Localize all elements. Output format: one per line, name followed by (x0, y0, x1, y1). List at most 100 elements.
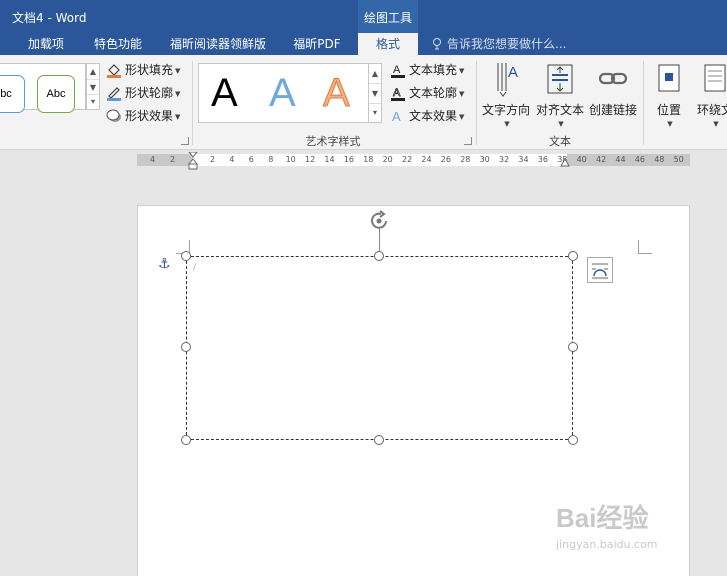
text-outline-icon: A (391, 87, 405, 101)
margin-corner-mark (638, 240, 652, 254)
scroll-down-icon[interactable]: ▼ (87, 80, 99, 95)
text-effects-icon: A (392, 109, 401, 124)
tab-add-ins[interactable]: 加载项 (16, 33, 76, 55)
create-link-button[interactable]: 创建链接 (588, 61, 638, 118)
resize-handle-bottom-left[interactable] (181, 435, 191, 445)
resize-handle-bottom-right[interactable] (568, 435, 578, 445)
ruler-number: 2 (210, 155, 216, 164)
resize-handle-top-left[interactable] (181, 251, 191, 261)
ruler-number: 50 (673, 155, 684, 164)
ruler-number: 36 (537, 155, 548, 164)
ruler-number: 24 (421, 155, 432, 164)
tell-me-box[interactable]: 告诉我您想要做什么... (432, 33, 566, 55)
shape-effects-button[interactable]: 形状效果 ▼ (106, 106, 180, 126)
text-outline-button[interactable]: A 文本轮廓 ▼ (390, 83, 464, 103)
wordart-style-1[interactable]: A (211, 68, 238, 118)
text-box-shape[interactable] (186, 256, 573, 440)
resize-handle-top-right[interactable] (568, 251, 578, 261)
ruler-number: 28 (460, 155, 471, 164)
group-separator (643, 61, 644, 145)
shape-styles-scroll[interactable]: ▲ ▼ ▾ (86, 63, 100, 110)
shape-styles-launcher-icon[interactable] (181, 137, 189, 145)
wordart-group-label: 艺术字样式 (305, 135, 361, 148)
shape-style-swatch-2[interactable]: Abc (37, 75, 75, 113)
text-direction-button[interactable]: A 文字方向 ▼ (480, 61, 532, 128)
ruler-number: 2 (170, 155, 176, 164)
title-bar: 文档4 - Word 绘图工具 (0, 0, 727, 33)
align-text-icon (547, 64, 573, 94)
shape-fill-label: 形状填充 (125, 63, 174, 77)
wrap-text-button[interactable]: 环绕文 ▼ (690, 61, 727, 128)
ruler-number: 8 (268, 155, 274, 164)
shape-outline-button[interactable]: 形状轮廓 ▼ (106, 83, 180, 103)
wordart-scroll[interactable]: ▲ ▼ ▾ (368, 63, 382, 123)
baidu-watermark: Bai经验 jingyan.baidu.com (556, 498, 658, 551)
ruler-number: 44 (615, 155, 626, 164)
wordart-gallery: A A A (198, 63, 382, 123)
shape-style-swatch-1[interactable]: bc (0, 75, 25, 113)
wrap-text-label: 环绕文 (696, 103, 727, 117)
shape-effects-icon (106, 109, 121, 122)
wordart-style-2[interactable]: A (269, 68, 296, 118)
anchor-icon[interactable]: ⚓ (158, 256, 171, 272)
ruler-number: 30 (479, 155, 490, 164)
resize-handle-left[interactable] (181, 342, 191, 352)
paint-bucket-icon (107, 64, 121, 78)
rotate-handle-icon[interactable] (368, 210, 392, 232)
ruler-number: 4 (229, 155, 235, 164)
horizontal-ruler: 4 2 2 4 6 8 10 12 14 16 18 20 22 24 26 28 30 32 34 36 38 40… (0, 150, 727, 170)
ruler-number: 42 (596, 155, 607, 164)
ruler-number: 20 (382, 155, 393, 164)
svg-text:A: A (393, 64, 401, 76)
tab-foxit-reader[interactable]: 福昕阅读器领鲜版 (160, 33, 276, 55)
gallery-more-icon[interactable]: ▾ (369, 104, 381, 122)
indent-marker-icon[interactable] (188, 152, 198, 170)
ruler-number: 10 (285, 155, 296, 164)
text-fill-label: 文本填充 (409, 63, 458, 77)
tab-format[interactable]: 格式 (358, 33, 418, 55)
tab-special-features[interactable]: 特色功能 (84, 33, 152, 55)
align-text-button[interactable]: 对齐文本 ▼ (534, 61, 586, 128)
resize-handle-bottom[interactable] (374, 435, 384, 445)
ruler-number: 40 (576, 155, 587, 164)
wrap-text-icon (704, 64, 726, 92)
pencil-icon (107, 87, 121, 101)
text-fill-button[interactable]: A 文本填充 ▼ (390, 60, 464, 80)
text-effects-button[interactable]: A 文本效果 ▼ (390, 106, 464, 126)
group-separator (192, 61, 193, 145)
ruler-number: 16 (343, 155, 354, 164)
ribbon: bc Abc ▲ ▼ ▾ 形状填充 ▼ 形状轮廓 ▼ 形状效果 ▼ A A A … (0, 55, 727, 150)
tab-foxit-pdf[interactable]: 福昕PDF (284, 33, 350, 55)
lightbulb-icon (433, 38, 441, 50)
wordart-launcher-icon[interactable] (464, 137, 472, 145)
ruler-number: 46 (634, 155, 645, 164)
position-button[interactable]: 位置 ▼ (650, 61, 688, 128)
tell-me-placeholder: 告诉我您想要做什么... (447, 37, 567, 51)
text-effects-label: 文本效果 (409, 109, 458, 123)
text-outline-label: 文本轮廓 (409, 86, 458, 100)
resize-handle-right[interactable] (568, 342, 578, 352)
chain-link-icon (598, 72, 628, 85)
position-label: 位置 (656, 103, 681, 117)
shape-outline-label: 形状轮廓 (125, 86, 174, 100)
ruler-number: 26 (440, 155, 451, 164)
text-direction-icon: A (497, 63, 518, 97)
layout-options-button[interactable] (587, 257, 613, 283)
right-indent-marker-icon[interactable] (560, 158, 570, 167)
wordart-style-3[interactable]: A (323, 68, 351, 118)
position-icon (658, 64, 680, 92)
gallery-more-icon[interactable]: ▾ (87, 95, 99, 109)
scroll-down-icon[interactable]: ▼ (369, 84, 381, 104)
window-title: 文档4 - Word (12, 11, 87, 25)
drawing-tools-context: 绘图工具 (358, 0, 418, 33)
shape-styles-gallery: bc Abc (0, 63, 86, 113)
text-group-label: 文本 (549, 135, 571, 148)
resize-handle-top[interactable] (374, 251, 384, 261)
ruler-bar[interactable]: 4 2 2 4 6 8 10 12 14 16 18 20 22 24 26 28 30 32 34 36 38 40… (137, 152, 690, 170)
shape-fill-button[interactable]: 形状填充 ▼ (106, 60, 180, 80)
align-text-label: 对齐文本 (535, 103, 584, 117)
ruler-number: 34 (518, 155, 529, 164)
scroll-up-icon[interactable]: ▲ (369, 64, 381, 84)
svg-text:A: A (393, 87, 401, 99)
scroll-up-icon[interactable]: ▲ (87, 64, 99, 80)
